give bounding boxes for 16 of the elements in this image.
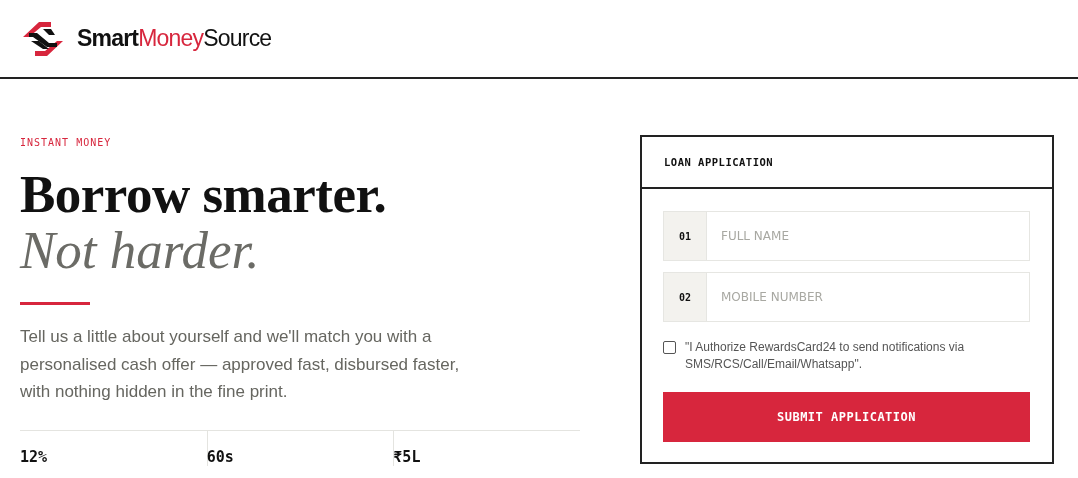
field-number: 01: [663, 211, 707, 261]
submit-button[interactable]: SUBMIT APPLICATION: [663, 392, 1030, 442]
field-number: 02: [663, 272, 707, 322]
eyebrow-label: INSTANT MONEY: [20, 137, 113, 148]
logo-wordmark[interactable]: SmartMoneySource: [77, 25, 272, 52]
input-field[interactable]: FULL NAME: [707, 211, 1030, 261]
consent-text: "I Authorize RewardsCard24 to send notifications via SMS/RCS/Call/Email/Whatsapp".: [685, 339, 966, 373]
stat-value: 60s: [206, 448, 234, 465]
consent-checkbox[interactable]: [663, 341, 676, 354]
hero-description: Tell us a little about yourself and we'll match you with a personalised cash offer — approved fast, disbursed faster, with nothing hidden in the fine print.: [20, 326, 461, 403]
stat-value: 12%: [20, 448, 48, 465]
input-field[interactable]: MOBILE NUMBER: [707, 272, 1030, 322]
form-title: LOAN APPLICATION: [664, 156, 774, 168]
hero-subtitle: Not harder.: [20, 222, 261, 278]
stat-value: ₹5L: [393, 448, 421, 465]
hero-title: Borrow smarter.: [20, 166, 388, 222]
